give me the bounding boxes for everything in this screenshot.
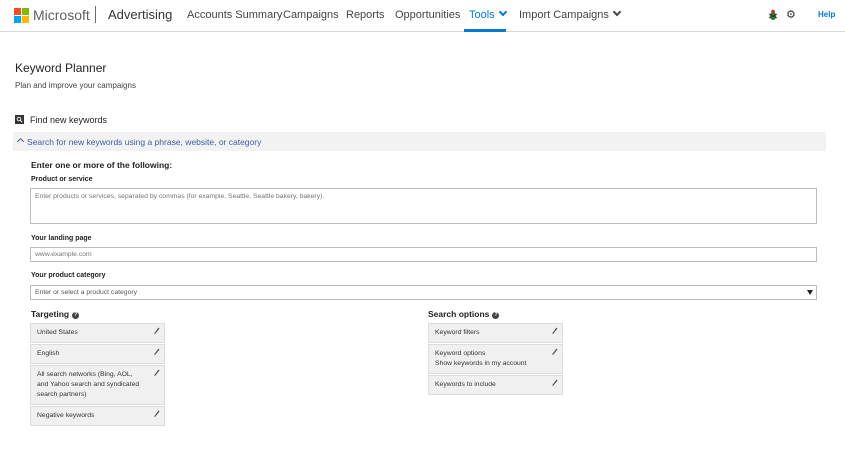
- page-title: Keyword Planner: [15, 61, 107, 75]
- microsoft-logo-icon[interactable]: [14, 8, 29, 23]
- product-category-label: Your product category: [31, 272, 106, 279]
- edit-pencil-icon[interactable]: [154, 410, 160, 418]
- nav-opportunities[interactable]: Opportunities: [395, 9, 460, 21]
- top-navigation: Microsoft Advertising Accounts Summary C…: [0, 0, 845, 32]
- brand-name[interactable]: Microsoft: [33, 7, 90, 23]
- help-link[interactable]: Help: [818, 10, 835, 19]
- nav-campaigns[interactable]: Campaigns: [283, 9, 339, 21]
- targeting-location-label: United States: [37, 329, 78, 336]
- search-options-title: Search options: [428, 309, 490, 319]
- keyword-options-label: Keyword options: [435, 350, 486, 357]
- edit-pencil-icon[interactable]: [552, 379, 558, 387]
- edit-pencil-icon[interactable]: [552, 327, 558, 335]
- nav-tools-label: Tools: [469, 9, 495, 21]
- keyword-options-detail: Show keywords in my account: [435, 360, 527, 367]
- active-tab-indicator: [464, 29, 506, 32]
- targeting-negative-keywords[interactable]: Negative keywords: [30, 406, 165, 426]
- keyword-options[interactable]: Keyword options Show keywords in my acco…: [428, 344, 563, 374]
- targeting-networks-line-1: All search networks (Bing, AOL,: [37, 371, 133, 378]
- keywords-to-include[interactable]: Keywords to include: [428, 375, 563, 395]
- targeting-networks[interactable]: All search networks (Bing, AOL, and Yaho…: [30, 365, 165, 405]
- keyword-filters-label: Keyword filters: [435, 329, 480, 336]
- chevron-up-icon: [16, 137, 25, 146]
- edit-pencil-icon[interactable]: [154, 369, 160, 377]
- nav-reports[interactable]: Reports: [346, 9, 385, 21]
- nav-accounts-summary[interactable]: Accounts Summary: [187, 9, 282, 21]
- product-label: Product or service: [31, 176, 93, 183]
- edit-pencil-icon[interactable]: [154, 327, 160, 335]
- info-icon[interactable]: ?: [492, 312, 500, 319]
- find-keywords-label: Find new keywords: [30, 115, 108, 125]
- search-options-heading: Search options?: [428, 309, 500, 320]
- edit-pencil-icon[interactable]: [552, 348, 558, 356]
- bug-icon[interactable]: [768, 9, 778, 21]
- gear-icon[interactable]: ⚙: [786, 8, 796, 21]
- targeting-language-label: English: [37, 350, 60, 357]
- nav-import-campaigns-label: Import Campaigns: [519, 9, 609, 21]
- chevron-down-icon: [498, 7, 507, 17]
- product-category-select[interactable]: Enter or select a product category: [30, 285, 817, 300]
- form-intro: Enter one or more of the following:: [31, 160, 173, 170]
- accordion-label: Search for new keywords using a phrase, …: [27, 137, 262, 147]
- keyword-filters[interactable]: Keyword filters: [428, 323, 563, 343]
- search-icon: [15, 115, 24, 124]
- landing-page-input[interactable]: [30, 247, 817, 262]
- product-name[interactable]: Advertising: [108, 7, 172, 22]
- dropdown-caret-icon[interactable]: [807, 290, 813, 295]
- edit-pencil-icon[interactable]: [154, 348, 160, 356]
- targeting-networks-line-2: and Yahoo search and syndicated: [37, 381, 140, 388]
- page-subtitle: Plan and improve your campaigns: [15, 81, 136, 90]
- chevron-down-icon: [612, 7, 622, 17]
- targeting-heading: Targeting?: [31, 309, 80, 320]
- targeting-location[interactable]: United States: [30, 323, 165, 343]
- brand-divider: [95, 6, 96, 23]
- targeting-networks-line-3: search partners): [37, 391, 87, 398]
- nav-tools[interactable]: Tools: [469, 7, 507, 21]
- landing-page-label: Your landing page: [31, 235, 92, 242]
- nav-import-campaigns[interactable]: Import Campaigns: [519, 7, 622, 21]
- product-category-placeholder: Enter or select a product category: [35, 289, 138, 296]
- product-input[interactable]: [30, 188, 817, 224]
- search-accordion-toggle[interactable]: Search for new keywords using a phrase, …: [13, 132, 826, 151]
- keywords-to-include-label: Keywords to include: [435, 381, 496, 388]
- info-icon[interactable]: ?: [72, 312, 80, 319]
- targeting-negative-keywords-label: Negative keywords: [37, 412, 95, 419]
- targeting-language[interactable]: English: [30, 344, 165, 364]
- targeting-title: Targeting: [31, 309, 70, 319]
